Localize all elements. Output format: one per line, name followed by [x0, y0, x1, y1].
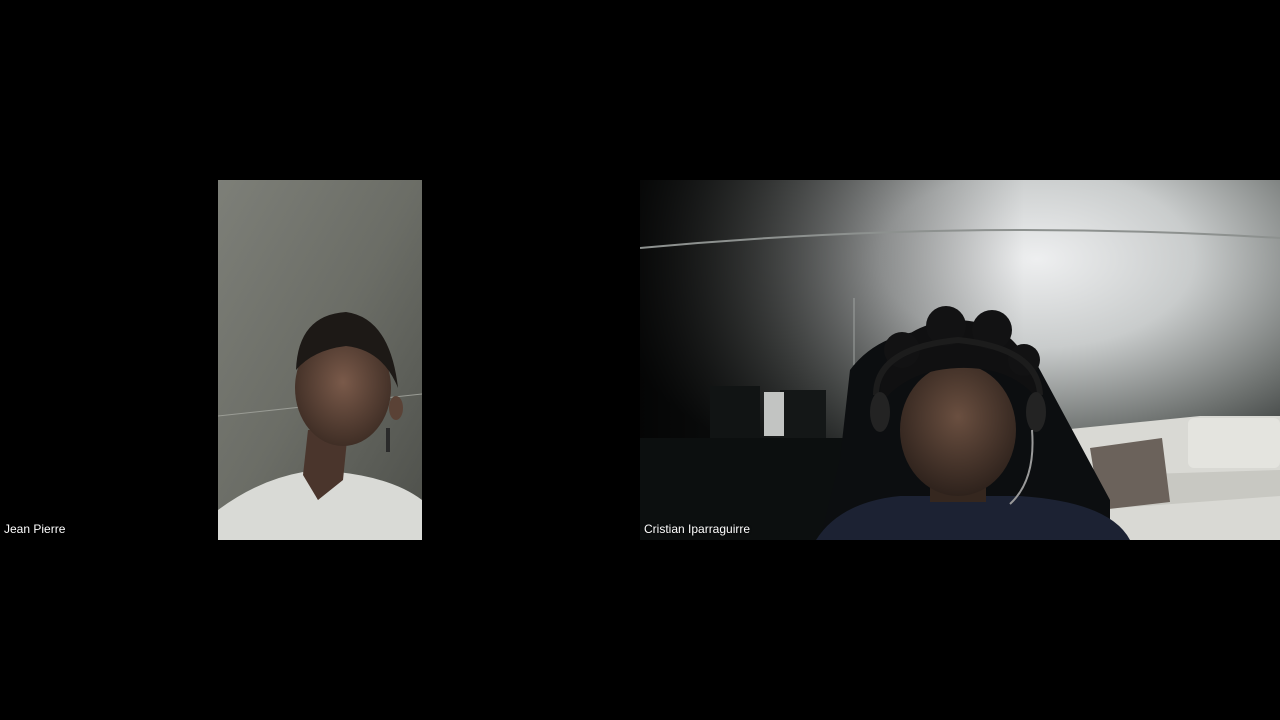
participant-name-label: Cristian Iparraguirre [644, 522, 751, 536]
participant-tile-cristian-iparraguirre[interactable]: Cristian Iparraguirre [640, 180, 1280, 540]
participant-video-jean-pierre [218, 180, 422, 540]
participant-name-label: Jean Pierre [4, 522, 66, 536]
participant-tile-jean-pierre[interactable]: Jean Pierre [0, 180, 640, 540]
video-frame-landscape [640, 180, 1280, 540]
participant-video-cristian-iparraguirre [640, 180, 1280, 540]
video-frame-portrait [218, 180, 422, 540]
video-call-stage: Jean Pierre Cristian Iparraguirre [0, 0, 1280, 720]
